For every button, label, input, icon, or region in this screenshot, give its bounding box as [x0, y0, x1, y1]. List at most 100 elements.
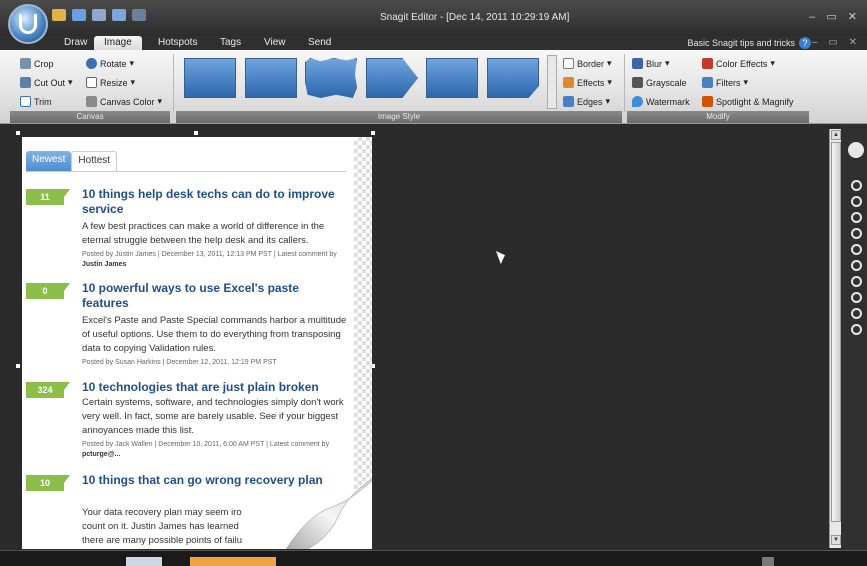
color-effects-button[interactable]: Color Effects ▾ — [702, 58, 775, 69]
modify-group-label: Modify — [627, 111, 809, 123]
save-icon[interactable] — [72, 9, 86, 21]
badge-tail — [64, 283, 70, 291]
divider — [26, 171, 346, 172]
window-controls[interactable]: – ▭ ✕ — [809, 10, 861, 23]
tool-button-4-icon[interactable] — [851, 228, 862, 239]
capture-thumbnail-selected[interactable] — [190, 557, 276, 566]
canvas-color-button[interactable]: Canvas Color ▾ — [86, 96, 162, 107]
image-style-thumb-4[interactable] — [366, 58, 418, 98]
snagit-orb-button[interactable] — [8, 4, 48, 44]
border-button[interactable]: Border ▾ — [563, 58, 612, 69]
ribbon-separator — [173, 54, 174, 112]
ribbon-tabs: Draw Image Hotspots Tags View Send Basic… — [0, 36, 867, 50]
image-style-group-label: Image Style — [176, 111, 622, 123]
open-captures-tray — [0, 550, 867, 566]
style-gallery-scroll[interactable] — [547, 55, 557, 109]
tab-image[interactable]: Image — [94, 36, 142, 50]
tool-button-7-icon[interactable] — [851, 276, 862, 287]
ribbon-separator — [624, 54, 625, 112]
window-title: Snagit Editor - [Dec 14, 2011 10:29:19 A… — [380, 12, 570, 23]
article-meta: Posted by Jack Wallen | December 10, 201… — [82, 441, 330, 458]
tool-button-2-icon[interactable] — [851, 196, 862, 207]
image-style-thumb-3[interactable] — [305, 58, 357, 98]
canvas-resize-handle[interactable] — [194, 131, 198, 135]
scroll-up-arrow[interactable]: ▲ — [831, 130, 841, 140]
resize-icon — [86, 77, 97, 88]
tool-button-10-icon[interactable] — [851, 324, 862, 335]
edges-button[interactable]: Edges ▾ — [563, 96, 610, 107]
watermark-icon — [632, 96, 643, 107]
ribbon-window-controls[interactable]: – ▭ ✕ — [812, 37, 861, 48]
article-summary: Excel's Paste and Paste Special commands… — [82, 315, 347, 354]
article-meta: Posted by Susan Harkins | December 12, 2… — [82, 359, 277, 366]
comment-count-badge: 11 — [26, 189, 64, 205]
vertical-scrollbar[interactable]: ▲ ▼ — [829, 129, 841, 548]
folder-icon[interactable] — [52, 9, 66, 21]
capture-tabs: Newest Hottest — [26, 151, 118, 171]
scroll-down-arrow[interactable]: ▼ — [831, 535, 841, 545]
help-tips-link[interactable]: Basic Snagit tips and tricks — [687, 38, 795, 48]
badge-tail — [64, 189, 70, 197]
image-style-thumb-5[interactable] — [426, 58, 478, 98]
crop-button[interactable]: Crop — [20, 58, 54, 69]
tab-draw[interactable]: Draw — [54, 36, 97, 50]
filters-button[interactable]: Filters ▾ — [702, 77, 748, 88]
capture-thumbnail[interactable] — [126, 557, 162, 566]
badge-tail — [64, 475, 70, 483]
effects-icon — [563, 77, 574, 88]
tab-view[interactable]: View — [254, 36, 296, 50]
tool-button-3-icon[interactable] — [851, 212, 862, 223]
image-style-thumb-1[interactable] — [184, 58, 236, 98]
grayscale-button[interactable]: Grayscale — [632, 77, 687, 88]
article-title: 10 things help desk techs can do to impr… — [82, 187, 335, 216]
canvas-resize-handle[interactable] — [16, 364, 20, 368]
quick-access-toolbar — [52, 9, 146, 21]
scroll-thumb[interactable] — [831, 142, 841, 522]
ribbon: Crop Rotate ▾ Cut Out ▾ Resize ▾ Trim Canva… — [0, 50, 867, 124]
tab-send[interactable]: Send — [298, 36, 341, 50]
capture-tab-hottest: Hottest — [71, 151, 118, 171]
title-bar: Snagit Editor - [Dec 14, 2011 10:29:19 A… — [0, 0, 867, 36]
grayscale-icon — [632, 77, 643, 88]
spotlight-icon — [702, 96, 713, 107]
crop-icon — [20, 58, 31, 69]
canvas-resize-handle[interactable] — [371, 131, 375, 135]
tab-tags[interactable]: Tags — [210, 36, 251, 50]
captured-image[interactable]: Newest Hottest 11 10 things help desk te… — [22, 137, 372, 549]
blur-icon — [632, 58, 643, 69]
trim-button[interactable]: Trim — [20, 96, 52, 107]
tool-button-1-icon[interactable] — [851, 180, 862, 191]
tool-button-5-icon[interactable] — [851, 244, 862, 255]
edges-icon — [563, 96, 574, 107]
filters-icon — [702, 77, 713, 88]
redo-icon[interactable] — [132, 9, 146, 21]
article-summary: Your data recovery plan may seem iro cou… — [82, 507, 243, 546]
spotlight-magnify-button[interactable]: Spotlight & Magnify — [702, 96, 794, 107]
badge-tail — [64, 382, 70, 390]
magnifier-icon[interactable] — [848, 142, 864, 158]
image-style-thumb-6[interactable] — [487, 58, 539, 98]
article-title: 10 technologies that are just plain brok… — [82, 380, 319, 394]
print-icon[interactable] — [92, 9, 106, 21]
comment-count-badge: 324 — [26, 382, 64, 398]
tool-button-9-icon[interactable] — [851, 308, 862, 319]
article-summary: A few best practices can make a world of… — [82, 221, 325, 246]
tool-button-8-icon[interactable] — [851, 292, 862, 303]
canvas-resize-handle[interactable] — [16, 131, 20, 135]
effects-button[interactable]: Effects ▾ — [563, 77, 612, 88]
cut-out-button[interactable]: Cut Out ▾ — [20, 77, 73, 88]
help-icon[interactable]: ? — [799, 37, 811, 49]
watermark-button[interactable]: Watermark — [632, 96, 690, 107]
tool-button-6-icon[interactable] — [851, 260, 862, 271]
paint-bucket-icon — [86, 96, 97, 107]
page-curl-effect — [285, 478, 372, 549]
article-title: 10 powerful ways to use Excel's paste fe… — [82, 281, 299, 310]
resize-button[interactable]: Resize ▾ — [86, 77, 135, 88]
article-summary: Certain systems, software, and technolog… — [82, 397, 344, 436]
tab-hotspots[interactable]: Hotspots — [148, 36, 207, 50]
tray-button[interactable] — [762, 557, 774, 566]
blur-button[interactable]: Blur ▾ — [632, 58, 670, 69]
undo-icon[interactable] — [112, 9, 126, 21]
rotate-button[interactable]: Rotate ▾ — [86, 58, 134, 69]
image-style-thumb-2[interactable] — [245, 58, 297, 98]
